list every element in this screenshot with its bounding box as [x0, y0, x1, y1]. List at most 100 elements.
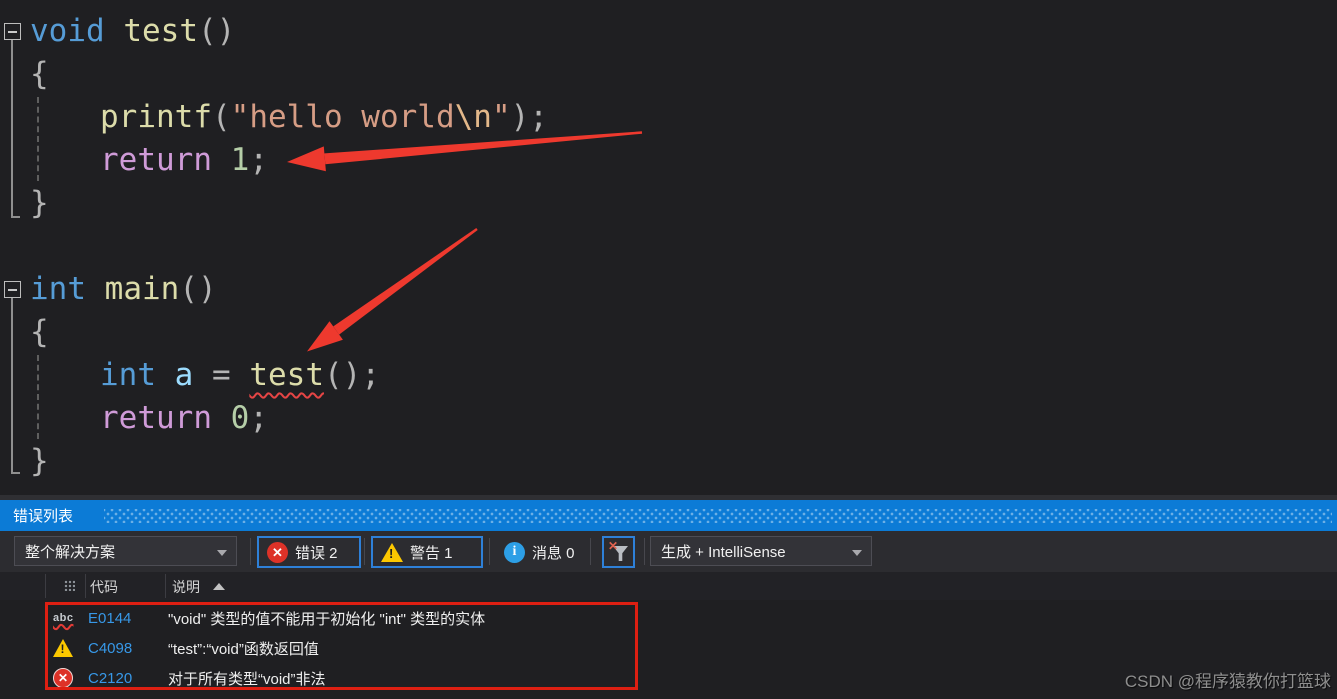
- code-token: );: [510, 99, 548, 135]
- error-code-link[interactable]: C4098: [88, 640, 168, 657]
- sort-ascending-icon: [213, 583, 225, 590]
- outline-guide-test: [11, 40, 13, 216]
- error-list-titlebar[interactable]: 错误列表: [0, 500, 1337, 531]
- toolbar-separator: [590, 538, 591, 565]
- code-token: ();: [324, 357, 380, 393]
- code-token: =: [193, 357, 250, 393]
- code-line[interactable]: {: [0, 53, 1337, 96]
- code-token: 0: [230, 400, 250, 436]
- code-line[interactable]: printf("hello world\n");: [0, 96, 1337, 139]
- column-divider: [45, 574, 46, 598]
- warnings-toggle-button[interactable]: 警告 1: [371, 536, 483, 568]
- code-lines: void test(){printf("hello world\n"); retu…: [0, 10, 1337, 483]
- error-code-link[interactable]: C2120: [88, 670, 168, 687]
- column-header-code[interactable]: 代码: [90, 577, 118, 597]
- watermark-text: CSDN @程序猿教你打篮球: [1124, 672, 1331, 691]
- code-token: int: [30, 271, 86, 307]
- fold-marker-test[interactable]: [4, 23, 21, 40]
- titlebar-grip-texture: [104, 509, 1332, 523]
- error-code-link[interactable]: E0144: [88, 610, 168, 627]
- error-description: "void" 类型的值不能用于初始化 "int" 类型的实体: [168, 610, 486, 628]
- intellisense-error-icon: abc: [53, 611, 74, 624]
- code-token: 1: [230, 142, 250, 178]
- toolbar-separator: [489, 538, 490, 565]
- code-token: {: [30, 56, 49, 92]
- severity-cell: [0, 639, 88, 657]
- errors-count-label: 错误 2: [295, 544, 338, 562]
- code-line[interactable]: int main(): [0, 268, 1337, 311]
- column-divider: [165, 574, 166, 598]
- code-line[interactable]: return 0;: [0, 397, 1337, 440]
- chevron-down-icon: [217, 550, 227, 556]
- code-token: (: [211, 99, 231, 135]
- code-line[interactable]: }: [0, 440, 1337, 483]
- code-token: void: [30, 13, 105, 49]
- toolbar-separator: [364, 538, 365, 565]
- code-token: "hello world: [230, 99, 455, 135]
- code-line[interactable]: {: [0, 311, 1337, 354]
- outline-guide-main-foot: [11, 472, 20, 474]
- messages-toggle-button[interactable]: 消息 0: [496, 536, 584, 568]
- severity-column-grid-icon[interactable]: [64, 580, 75, 591]
- source-dropdown[interactable]: 生成 + IntelliSense: [650, 536, 872, 566]
- minus-icon: [8, 288, 17, 291]
- toolbar-separator: [250, 538, 251, 565]
- code-token: {: [30, 314, 49, 350]
- code-token: test: [123, 13, 198, 49]
- chevron-down-icon: [852, 550, 862, 556]
- error-list-toolbar: 整个解决方案 错误 2 警告 1 消息 0 ✕ 生成 + IntelliSens…: [0, 531, 1337, 572]
- code-token: (): [179, 271, 217, 307]
- code-token: ;: [249, 400, 268, 436]
- code-token: int: [100, 357, 156, 393]
- code-line[interactable]: int a = test();: [0, 354, 1337, 397]
- messages-count-label: 消息 0: [532, 544, 575, 562]
- code-editor[interactable]: void test(){printf("hello world\n"); retu…: [0, 0, 1337, 495]
- column-header-description[interactable]: 说明: [172, 577, 200, 597]
- code-token: return: [100, 142, 212, 178]
- error-description: “test”:“void”函数返回值: [168, 640, 319, 658]
- outline-guide-main: [11, 298, 13, 472]
- filter-toggle-button[interactable]: ✕: [602, 536, 635, 568]
- error-icon: [53, 668, 73, 688]
- severity-cell: [0, 668, 88, 688]
- code-line[interactable]: [0, 225, 1337, 268]
- code-token: (): [197, 13, 236, 49]
- code-token: }: [30, 443, 49, 479]
- code-token: ": [491, 99, 511, 135]
- info-icon: [504, 541, 525, 563]
- error-row[interactable]: abc E0144 "void" 类型的值不能用于初始化 "int" 类型的实体: [0, 603, 1337, 633]
- minus-icon: [8, 30, 17, 33]
- error-grid-header: 代码 说明: [0, 572, 1337, 600]
- code-token: \n: [454, 99, 492, 135]
- error-row[interactable]: C4098“test”:“void”函数返回值: [0, 633, 1337, 663]
- scope-dropdown[interactable]: 整个解决方案: [14, 536, 237, 566]
- error-list-title: 错误列表: [13, 508, 74, 525]
- source-dropdown-value: 生成 + IntelliSense: [661, 543, 786, 561]
- severity-cell: abc: [0, 611, 88, 624]
- code-token: a: [174, 357, 194, 393]
- code-line[interactable]: void test(): [0, 10, 1337, 53]
- indent-guide-test: [37, 97, 39, 181]
- code-token: printf: [100, 99, 212, 135]
- fold-marker-main[interactable]: [4, 281, 21, 298]
- warning-icon: [53, 639, 73, 657]
- toolbar-separator: [644, 538, 645, 565]
- clear-filter-x-icon: ✕: [608, 539, 619, 553]
- vs-window: void test(){printf("hello world\n"); retu…: [0, 0, 1337, 699]
- code-token: main: [104, 271, 180, 307]
- code-token: }: [30, 185, 49, 221]
- code-line[interactable]: }: [0, 182, 1337, 225]
- column-divider: [85, 574, 86, 598]
- warning-icon: [381, 542, 403, 562]
- indent-guide-main: [37, 355, 39, 439]
- errors-toggle-button[interactable]: 错误 2: [257, 536, 361, 568]
- error-icon: [267, 541, 288, 563]
- code-token: return: [100, 400, 212, 436]
- code-line[interactable]: return 1;: [0, 139, 1337, 182]
- scope-dropdown-value: 整个解决方案: [25, 543, 116, 561]
